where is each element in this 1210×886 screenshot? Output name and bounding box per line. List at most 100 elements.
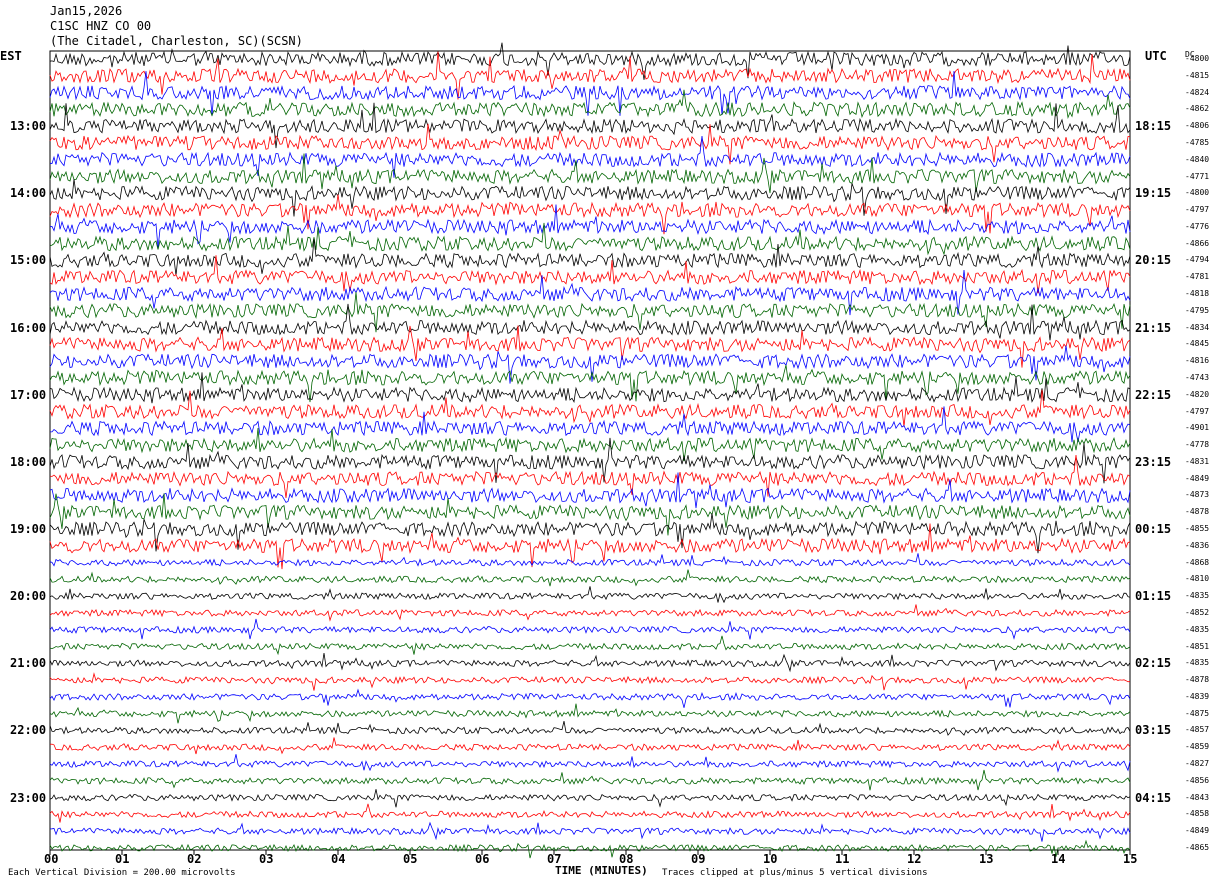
x-tick-label: 01 [115,852,130,866]
est-hour-label: 21:00 [10,656,47,671]
est-hour-label: 15:00 [10,253,47,268]
dc-offset-label: -4835 [1185,624,1210,634]
dc-offset-label: -4878 [1185,675,1210,685]
utc-hour-label: 01:15 [1135,589,1172,604]
x-tick-label: 04 [331,852,346,866]
seismogram-plot [49,42,1131,859]
trace-row-39 [49,703,1131,724]
dc-offset-label: -4873 [1185,490,1210,500]
utc-axis-label: UTC [1145,49,1167,63]
dc-offset-label: -4797 [1185,406,1210,416]
station-label: (The Citadel, Charleston, SC)(SCSN) [50,34,303,48]
utc-hour-label: 18:15 [1135,119,1172,134]
dc-offset-label: -4776 [1185,221,1210,231]
trace-row-36 [49,652,1131,673]
trace-row-23 [49,427,1131,462]
trace-row-33 [49,604,1131,622]
dc-offset-label: -4849 [1185,826,1210,836]
est-axis-label: EST [0,49,22,63]
x-tick-label: 03 [259,852,274,866]
dc-offset-label: -4843 [1185,792,1210,802]
dc-offset-label: -4857 [1185,725,1210,735]
scale-note: Each Vertical Division = 200.00 microvol… [8,868,236,878]
dc-offset-label: -4849 [1185,473,1210,483]
trace-row-16 [49,303,1131,341]
utc-hour-label: 03:15 [1135,723,1172,738]
date-label: Jan15,2026 [50,4,123,18]
dc-offset-label: -4800 [1185,54,1210,63]
trace-row-38 [49,688,1131,708]
x-tick-label: 10 [763,852,778,866]
dc-offset-label: -4785 [1185,137,1210,147]
dc-offset-label: -4856 [1185,775,1210,785]
dc-offset-label: -4824 [1185,87,1210,97]
trace-row-28 [49,513,1131,554]
trace-row-4 [49,102,1131,149]
dc-offset-label: -4834 [1185,322,1210,332]
trace-row-44 [49,789,1131,808]
utc-hour-label: 23:15 [1135,454,1172,469]
dc-offset-label: -4781 [1185,272,1210,282]
dc-offset-label: -4771 [1185,171,1210,181]
est-hour-label: 17:00 [10,387,47,402]
trace-row-35 [49,635,1131,656]
dc-offset-label: -4901 [1185,423,1210,433]
trace-row-18 [49,345,1131,384]
dc-offset-label: -4778 [1185,440,1210,450]
trace-row-7 [49,153,1131,194]
est-hour-label: 22:00 [10,723,47,738]
utc-hour-label: 20:15 [1135,253,1172,268]
utc-hour-label: 22:15 [1135,387,1172,402]
dc-offset-label: -4820 [1185,389,1210,399]
dc-offset-label: -4800 [1185,188,1210,198]
trace-row-40 [49,721,1131,736]
dc-offset-label: -4855 [1185,524,1210,534]
trace-row-34 [49,618,1131,640]
clip-note: Traces clipped at plus/minus 5 vertical … [662,868,928,878]
est-hour-label: 19:00 [10,522,47,537]
dc-offset-label: -4866 [1185,238,1210,248]
est-hour-label: 23:00 [10,790,47,805]
utc-hour-label: 04:15 [1135,790,1172,805]
dc-offset-label: -4818 [1185,289,1210,299]
est-hour-label: 16:00 [10,320,47,335]
x-tick-label: 09 [691,852,706,866]
trace-row-30 [49,553,1131,567]
trace-row-21 [49,389,1131,427]
dc-offset-label: -4797 [1185,205,1210,215]
trace-row-31 [49,569,1131,587]
dc-offset-label: -4845 [1185,339,1210,349]
trace-row-20 [49,372,1131,404]
dc-offset-label: -4839 [1185,691,1210,701]
est-hour-label: 13:00 [10,119,47,134]
dc-offset-label: -4852 [1185,607,1210,617]
trace-row-13 [49,255,1131,294]
channel-label: C1SC HNZ CO 00 [50,19,152,33]
trace-row-41 [49,737,1131,755]
trace-row-27 [49,493,1131,536]
dc-offset-label: -4878 [1185,507,1210,517]
dc-offset-label: -4795 [1185,305,1210,315]
dc-offset-label: -4836 [1185,540,1210,550]
trace-row-22 [50,406,1131,443]
dc-offset-label: -4815 [1185,70,1210,80]
trace-row-32 [49,586,1131,604]
x-tick-label: 12 [907,852,922,866]
est-hour-label: 14:00 [10,186,47,201]
trace-row-11 [49,222,1131,256]
trace-row-37 [49,672,1130,691]
x-axis-label: TIME (MINUTES) [555,864,648,877]
dc-offset-label: -4835 [1185,591,1210,601]
utc-hour-label: 00:15 [1135,522,1172,537]
trace-row-26 [49,472,1131,509]
x-tick-label: 05 [403,852,418,866]
dc-offset-label: -4858 [1185,809,1210,819]
trace-row-2 [49,70,1131,117]
dc-offset-label: -4816 [1185,356,1210,366]
x-tick-label: 02 [187,852,202,866]
dc-offset-label: -4794 [1185,255,1210,265]
trace-row-45 [49,803,1131,823]
dc-offset-label: -4862 [1185,104,1210,114]
x-tick-label: 11 [835,852,850,866]
trace-row-0 [49,42,1131,80]
